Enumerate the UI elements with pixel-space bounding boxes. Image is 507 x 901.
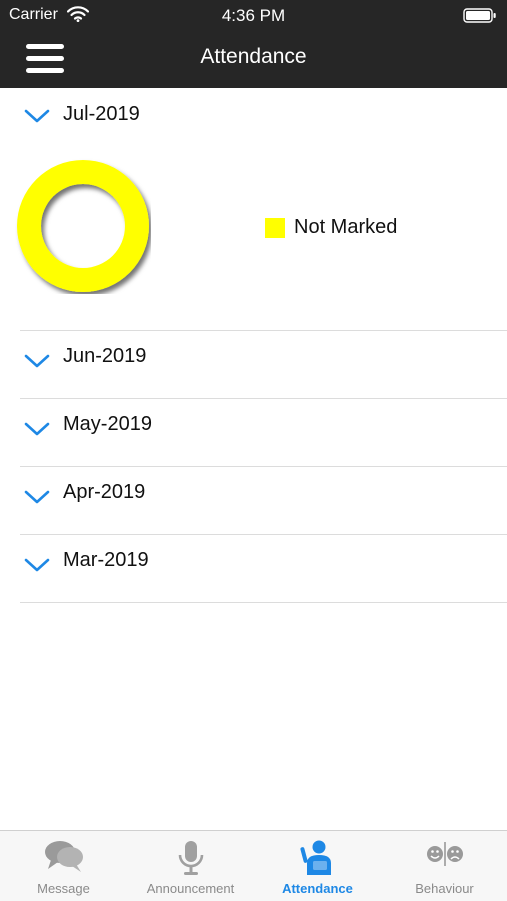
battery-icon [463, 8, 496, 23]
legend-label-not-marked: Not Marked [294, 216, 398, 238]
status-bar: Carrier 4:36 PM [0, 0, 507, 30]
tab-bar: Message Announcement Attendance Behaviou… [0, 830, 507, 901]
tab-behaviour[interactable]: Behaviour [381, 831, 507, 901]
month-label: Jul-2019 [63, 103, 140, 125]
tab-label: Message [37, 881, 90, 896]
month-row-apr-2019[interactable]: Apr-2019 [20, 467, 507, 535]
tab-label: Attendance [282, 881, 353, 896]
app-header: Carrier 4:36 PM Attendance [0, 0, 507, 88]
tab-attendance[interactable]: Attendance [254, 831, 381, 901]
tab-message[interactable]: Message [0, 831, 127, 901]
month-row-may-2019[interactable]: May-2019 [20, 399, 507, 467]
attendance-donut-chart [17, 160, 149, 292]
status-time: 4:36 PM [221, 6, 286, 25]
month-label: May-2019 [63, 413, 152, 435]
chevron-down-icon [24, 109, 50, 123]
chevron-down-icon [24, 422, 50, 436]
donut-slice-not-marked [17, 160, 149, 292]
attendance-person-icon [299, 840, 331, 875]
microphone-icon [178, 841, 203, 875]
month-row-jun-2019[interactable]: Jun-2019 [20, 331, 507, 399]
month-row-mar-2019[interactable]: Mar-2019 [20, 535, 507, 603]
legend-swatch-not-marked [265, 218, 285, 238]
tab-announcement[interactable]: Announcement [127, 831, 254, 901]
page-title: Attendance [200, 45, 307, 68]
tab-label: Behaviour [415, 881, 474, 896]
month-label: Mar-2019 [63, 549, 149, 571]
month-row-jul-2019[interactable]: Jul-2019 Not Marked [17, 88, 507, 331]
chevron-down-icon [24, 490, 50, 504]
behaviour-faces-icon [426, 842, 463, 866]
month-label: Jun-2019 [63, 345, 147, 367]
chat-bubbles-icon [44, 841, 83, 872]
chevron-down-icon [24, 354, 50, 368]
chevron-down-icon [24, 558, 50, 572]
month-label: Apr-2019 [63, 481, 146, 503]
tab-label: Announcement [146, 881, 235, 896]
